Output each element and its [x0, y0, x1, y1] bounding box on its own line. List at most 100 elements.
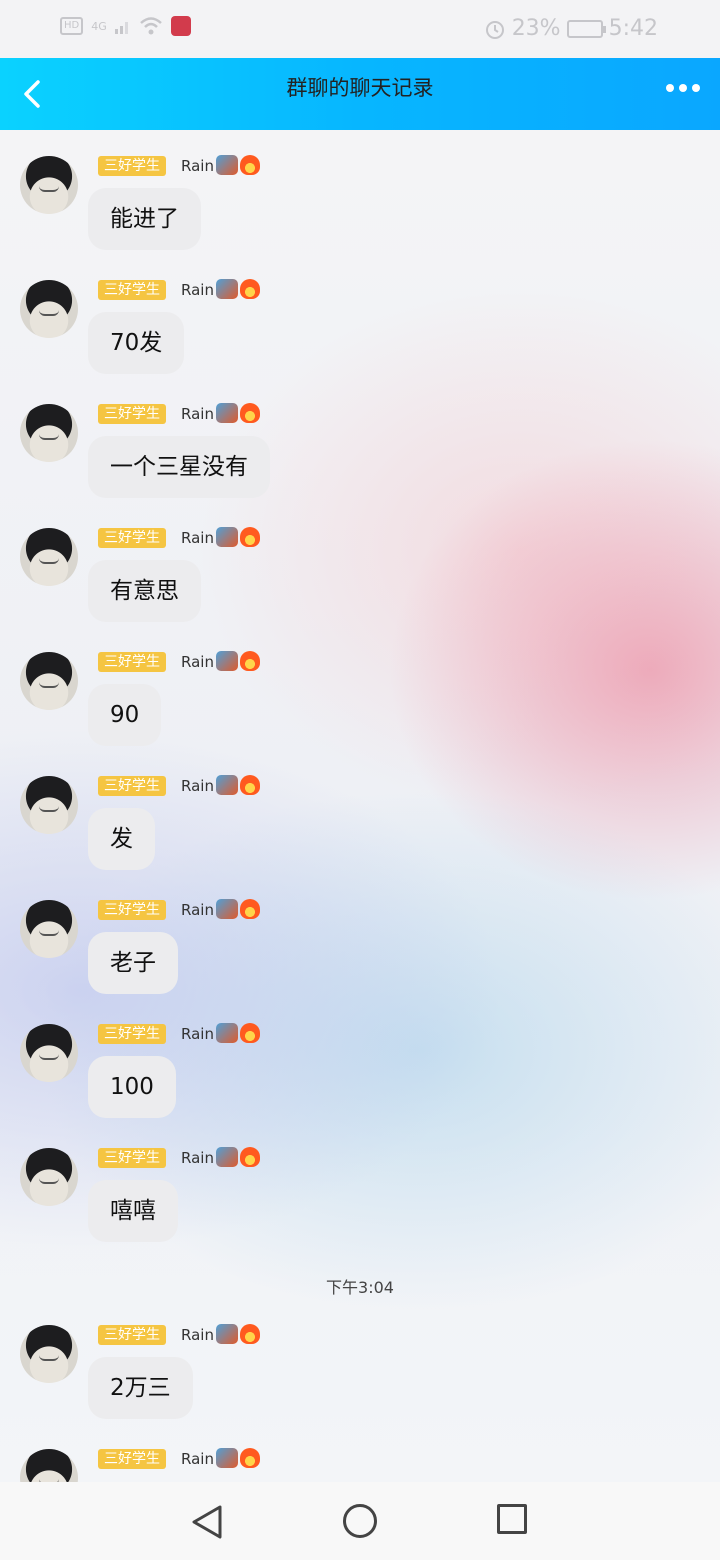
dragon-badge-icon	[216, 1448, 238, 1468]
member-title-badge: 三好学生	[98, 1024, 166, 1044]
message-bubble[interactable]: 100	[88, 1056, 176, 1118]
message-bubble[interactable]: 老子	[88, 932, 178, 994]
fire-badge-icon	[240, 1023, 260, 1043]
sender-name[interactable]: Rain	[181, 1148, 214, 1168]
fire-badge-icon	[240, 279, 260, 299]
badge-group	[216, 899, 260, 919]
sender-name[interactable]: Rain	[181, 900, 214, 920]
sender-name[interactable]: Rain	[181, 404, 214, 424]
clock-time: 5:42	[608, 16, 658, 41]
message-bubble[interactable]: 发	[88, 808, 155, 870]
message-item: 三好学生 Rain 嘻嘻	[0, 1122, 720, 1246]
message-item-partial: 三好学生 Rain	[0, 1423, 720, 1482]
more-dot	[692, 84, 700, 92]
dragon-badge-icon	[216, 899, 238, 919]
more-dots-icon	[666, 84, 674, 92]
member-title-badge: 三好学生	[98, 1449, 166, 1469]
member-title-badge: 三好学生	[98, 528, 166, 548]
nav-recents-button[interactable]	[497, 1504, 527, 1534]
message-item: 三好学生 Rain 能进了	[0, 130, 720, 254]
member-title-badge: 三好学生	[98, 652, 166, 672]
member-title-badge: 三好学生	[98, 1325, 166, 1345]
message-bubble[interactable]: 70发	[88, 312, 185, 374]
avatar[interactable]	[20, 1449, 78, 1482]
message-timestamp: 下午3:04	[326, 1278, 394, 1297]
battery-icon	[566, 19, 606, 38]
triangle-back-icon	[192, 1505, 222, 1539]
more-dot	[679, 84, 687, 92]
dragon-badge-icon	[216, 775, 238, 795]
message-item: 三好学生 Rain 有意思	[0, 502, 720, 626]
sender-name[interactable]: Rain	[181, 776, 214, 796]
sender-name[interactable]: Rain	[181, 1449, 214, 1469]
fire-badge-icon	[240, 1448, 260, 1468]
avatar[interactable]	[20, 280, 78, 338]
message-bubble[interactable]: 90	[88, 684, 162, 746]
status-right: 23% 5:42	[484, 16, 658, 41]
message-bubble[interactable]: 嘻嘻	[88, 1180, 178, 1242]
message-bubble[interactable]: 一个三星没有	[88, 436, 270, 498]
status-left: HD 4G	[60, 16, 191, 36]
avatar[interactable]	[20, 404, 78, 462]
sender-name[interactable]: Rain	[181, 1024, 214, 1044]
fire-badge-icon	[240, 1324, 260, 1344]
sender-name[interactable]: Rain	[181, 1325, 214, 1345]
nav-home-button[interactable]	[343, 1504, 377, 1538]
fire-badge-icon	[240, 651, 260, 671]
avatar[interactable]	[20, 652, 78, 710]
signal-icon	[114, 22, 128, 34]
dragon-badge-icon	[216, 651, 238, 671]
badge-group	[216, 1324, 260, 1344]
dragon-badge-icon	[216, 1324, 238, 1344]
member-title-badge: 三好学生	[98, 280, 166, 300]
dragon-badge-icon	[216, 155, 238, 175]
fire-badge-icon	[240, 1147, 260, 1167]
badge-group	[216, 155, 260, 175]
message-item: 三好学生 Rain 一个三星没有	[0, 378, 720, 502]
message-bubble[interactable]: 2万三	[88, 1357, 193, 1419]
avatar[interactable]	[20, 776, 78, 834]
sender-name[interactable]: Rain	[181, 528, 214, 548]
message-item: 三好学生 Rain 100	[0, 998, 720, 1122]
dragon-badge-icon	[216, 527, 238, 547]
badge-group	[216, 651, 260, 671]
message-item: 三好学生 Rain 发	[0, 750, 720, 874]
avatar[interactable]	[20, 528, 78, 586]
fire-badge-icon	[240, 775, 260, 795]
wifi-icon	[139, 17, 162, 35]
page-title: 群聊的聊天记录	[286, 76, 434, 100]
message-item: 三好学生 Rain 2万三	[0, 1299, 720, 1423]
badge-group	[216, 1023, 260, 1043]
member-title-badge: 三好学生	[98, 900, 166, 920]
app-notification-icon	[170, 16, 191, 36]
message-item: 三好学生 Rain 70发	[0, 254, 720, 378]
dragon-badge-icon	[216, 1147, 238, 1167]
message-item: 三好学生 Rain 老子	[0, 874, 720, 998]
chat-header: 群聊的聊天记录	[0, 58, 720, 130]
member-title-badge: 三好学生	[98, 1148, 166, 1168]
sender-name[interactable]: Rain	[181, 280, 214, 300]
avatar[interactable]	[20, 1148, 78, 1206]
alarm-icon	[485, 20, 504, 39]
badge-group	[216, 279, 260, 299]
member-title-badge: 三好学生	[98, 404, 166, 424]
avatar[interactable]	[20, 1024, 78, 1082]
dragon-badge-icon	[216, 403, 238, 423]
nav-back-button[interactable]	[190, 1504, 224, 1544]
member-title-badge: 三好学生	[98, 156, 166, 176]
sender-name[interactable]: Rain	[181, 652, 214, 672]
avatar[interactable]	[20, 1325, 78, 1383]
system-navigation-bar	[0, 1482, 720, 1560]
fire-badge-icon	[240, 899, 260, 919]
message-bubble[interactable]: 有意思	[88, 560, 201, 622]
sender-name[interactable]: Rain	[181, 156, 214, 176]
member-title-badge: 三好学生	[98, 776, 166, 796]
message-list[interactable]: 三好学生 Rain 能进了 三好学生 Rain 70发 三好学生 Rain 一个…	[0, 130, 720, 1482]
message-bubble[interactable]: 能进了	[88, 188, 201, 250]
avatar[interactable]	[20, 156, 78, 214]
more-button[interactable]	[666, 84, 700, 92]
message-item: 三好学生 Rain 90	[0, 626, 720, 750]
avatar[interactable]	[20, 900, 78, 958]
fire-badge-icon	[240, 155, 260, 175]
signal-4g-icon: 4G	[91, 19, 107, 33]
